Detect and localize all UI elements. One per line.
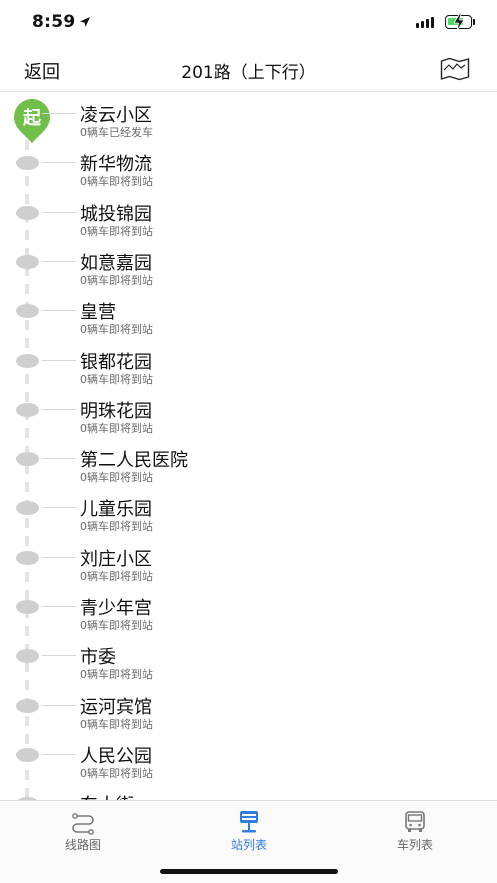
station-dot-icon [16,156,39,171]
station-dot-icon [16,698,39,713]
station-connector [42,606,76,607]
station-status: 0辆车已经发车 [80,126,153,139]
station-connector [42,359,76,361]
station-row[interactable]: 第二人民医院 0辆车即将到站 [0,437,497,486]
station-connector [42,753,76,755]
station-row[interactable]: 皇营 0辆车即将到站 [0,289,497,338]
station-status: 0辆车即将到站 [80,175,153,189]
tab-label: 线路图 [64,838,101,852]
bus-icon [405,811,425,832]
navigation-bar: 返回 201路（上下行） [0,46,497,92]
station-row[interactable]: 青少年宫 0辆车即将到站 [0,585,497,634]
station-dot-icon [16,600,39,614]
station-row[interactable]: 起凌云小区 0辆车已经发车 [0,92,497,143]
station-row[interactable]: 明珠花园 0辆车即将到站 [0,388,497,437]
station-connector [42,507,76,509]
station-dot-icon [16,649,39,664]
tab-route-map[interactable]: 线路图 [0,801,166,861]
station-row[interactable]: 运河宾馆 0辆车即将到站 [0,684,497,733]
station-row[interactable]: 如意嘉园 0辆车即将到站 [0,240,497,289]
station-row[interactable]: 人民公园 0辆车即将到站 [0,733,497,782]
station-connector [42,113,76,114]
station-row[interactable]: 银都花园 0辆车即将到站 [0,339,497,388]
station-row[interactable]: 新华物流 0辆车即将到站 [0,141,497,190]
home-indicator [160,869,338,874]
station-connector [42,260,76,262]
station-dot-icon [16,353,39,368]
station-connector [42,556,76,558]
tab-label: 站列表 [230,838,267,852]
station-status: 0辆车即将到站 [80,766,153,780]
station-connector [42,704,76,706]
station-list-icon [240,811,258,833]
station-connector [42,458,76,460]
status-bar: 8:59 [0,0,497,46]
station-row[interactable]: 城投锦园 0辆车即将到站 [0,191,497,240]
station-row[interactable]: 刘庄小区 0辆车即将到站 [0,536,497,585]
station-status: 0辆车即将到站 [80,717,153,731]
page-title: 201路（上下行） [181,63,316,83]
tab-station-list[interactable]: 站列表 [166,801,332,861]
tab-label: 车列表 [396,838,433,852]
start-badge-label: 起 [23,108,41,129]
station-list[interactable]: 起凌云小区 0辆车已经发车 新华物流 0辆车即将到站 城投锦园 0辆车即将到站 如意嘉园 0辆… [0,92,497,800]
station-dot-icon [16,254,39,269]
tab-bus-list[interactable]: 车列表 [332,801,497,861]
station-status: 0辆车即将到站 [80,619,153,632]
station-connector [42,310,76,312]
station-dot-icon [16,550,39,565]
station-status: 0辆车即将到站 [80,372,153,386]
station-connector [42,408,76,410]
station-connector [42,162,76,164]
station-dot-icon [16,205,39,220]
station-dot-icon [16,501,39,516]
station-status: 0辆车即将到站 [80,273,153,287]
map-icon[interactable] [440,57,470,81]
station-row[interactable]: 儿童乐园 0辆车即将到站 [0,486,497,535]
station-row[interactable]: 东大街 [0,782,497,800]
charging-bolt-icon [454,13,464,31]
status-time: 8:59 [32,12,76,32]
station-dot-icon [16,747,39,762]
station-dot-icon [16,402,39,417]
station-connector [42,655,76,657]
station-status: 0辆车即将到站 [80,224,153,238]
station-status: 0辆车即将到站 [80,471,153,485]
station-status: 0辆车即将到站 [80,421,153,435]
station-status: 0辆车即将到站 [80,569,153,583]
station-row[interactable]: 市委 0辆车即将到站 [0,634,497,683]
station-name: 东大街 [80,791,134,800]
signal-strength-icon [416,17,434,28]
station-dot-icon [16,452,39,467]
station-status: 0辆车即将到站 [80,668,153,682]
station-status: 0辆车即将到站 [80,520,153,534]
station-status: 0辆车即将到站 [80,323,153,337]
location-arrow-icon [80,17,90,27]
station-dot-icon [16,304,39,319]
station-connector [42,211,76,213]
route-map-icon [72,813,94,835]
